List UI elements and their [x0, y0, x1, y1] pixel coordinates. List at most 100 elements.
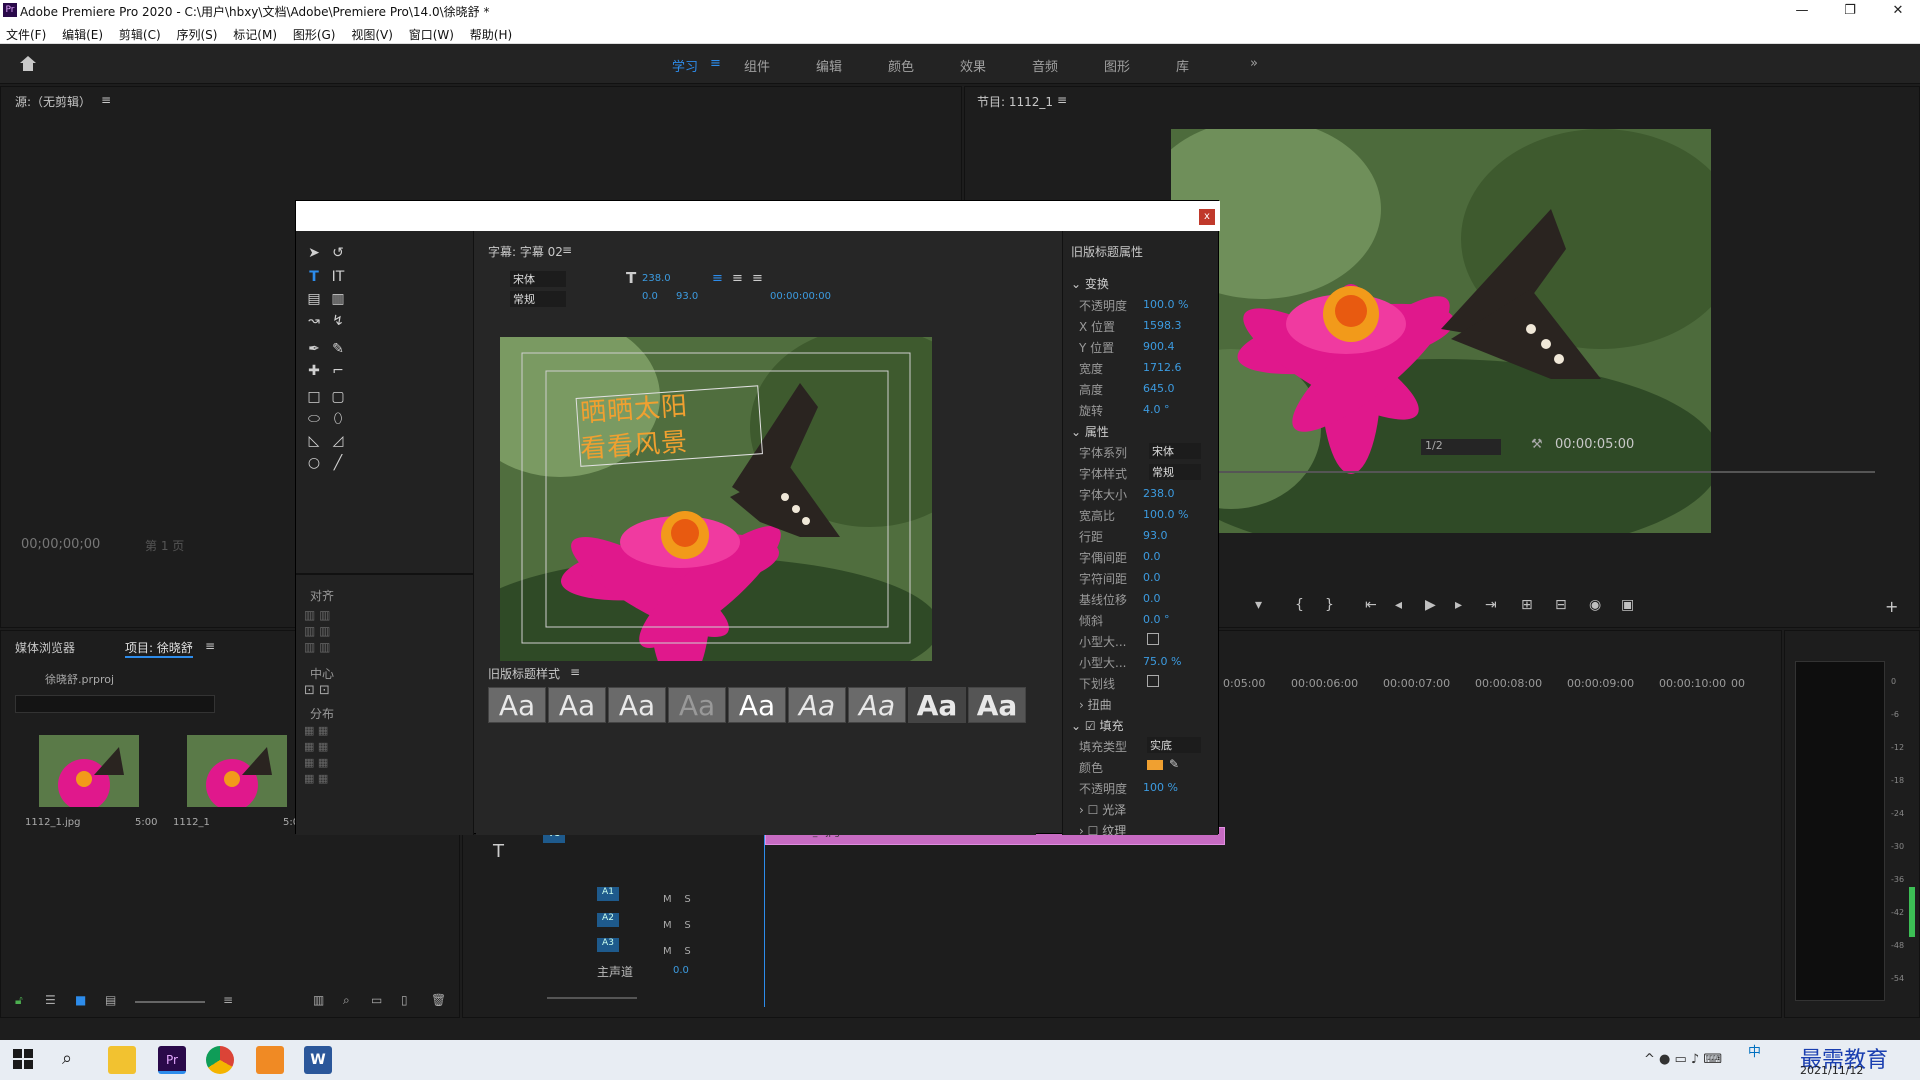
align-left-icon[interactable]: ≡ [712, 271, 723, 286]
fill-color-swatch[interactable] [1147, 760, 1163, 770]
menu-help[interactable]: 帮助(H) [464, 22, 518, 43]
icon-view-icon[interactable]: ■ [75, 993, 86, 1007]
track-mute-solo[interactable]: M SM SM S [663, 887, 691, 965]
workspace-audio[interactable]: 音频 [1032, 56, 1058, 75]
prop-y[interactable]: 900.4 [1143, 340, 1175, 353]
menu-window[interactable]: 窗口(W) [403, 22, 460, 43]
premiere-taskbar-icon[interactable]: Pr [158, 1046, 186, 1074]
menu-graphics[interactable]: 图形(G) [287, 22, 342, 43]
menu-markers[interactable]: 标记(M) [227, 22, 283, 43]
leading-value[interactable]: 93.0 [676, 291, 698, 302]
center-buttons[interactable]: ⊡ ⊡ [304, 683, 330, 698]
menu-edit[interactable]: 编辑(E) [56, 22, 109, 43]
search-icon[interactable]: ⌕ [62, 1048, 72, 1069]
comparison-view-icon[interactable]: ▣ [1621, 597, 1634, 613]
rotation-tool-icon[interactable]: ↺ [328, 245, 348, 263]
home-icon[interactable] [18, 54, 38, 72]
font-family-select[interactable]: 宋体 [510, 271, 566, 287]
style-swatch[interactable]: Aa [848, 687, 906, 723]
maximize-button[interactable]: ❐ [1828, 0, 1872, 22]
style-swatch[interactable]: Aa [548, 687, 606, 723]
workspace-assembly[interactable]: 组件 [744, 56, 770, 75]
prop-font-family-select[interactable]: 宋体 [1149, 443, 1201, 459]
list-view-icon[interactable]: ☰ [45, 993, 56, 1007]
chrome-icon[interactable] [206, 1046, 234, 1074]
prop-leading[interactable]: 93.0 [1143, 529, 1168, 542]
panel-menu-icon[interactable]: ≡ [101, 93, 111, 107]
more-workspaces-icon[interactable]: » [1250, 56, 1258, 71]
dialog-close-button[interactable]: x [1199, 209, 1215, 225]
close-window-button[interactable]: ✕ [1876, 0, 1920, 22]
word-icon[interactable]: W [304, 1046, 332, 1074]
area-type-tool-icon[interactable]: ▤ [304, 291, 324, 309]
prop-fill-type-select[interactable]: 实底 [1147, 737, 1201, 753]
panel-menu-icon[interactable]: ≡ [205, 639, 215, 653]
prop-font-style-select[interactable]: 常规 [1149, 464, 1201, 480]
vertical-type-tool-icon[interactable]: IT [328, 269, 348, 287]
arc-tool-icon[interactable]: ◿ [328, 433, 348, 451]
step-forward-icon[interactable]: ▸ [1455, 597, 1462, 613]
prop-x[interactable]: 1598.3 [1143, 319, 1182, 332]
new-bin-icon[interactable]: ▭ [371, 993, 382, 1007]
minimize-button[interactable]: — [1780, 0, 1824, 22]
delete-icon[interactable]: 🗑︎ [431, 993, 446, 1007]
workspace-color[interactable]: 颜色 [888, 56, 914, 75]
workspace-libraries[interactable]: 库 [1176, 56, 1189, 75]
style-swatch[interactable]: Aa [788, 687, 846, 723]
export-frame-icon[interactable]: ◉ [1589, 597, 1601, 613]
wedge-tool-icon[interactable]: ◺ [304, 433, 324, 451]
program-scrubber[interactable] [1215, 471, 1875, 473]
ime-indicator[interactable]: 中 [1748, 1041, 1761, 1060]
prop-font-size[interactable]: 238.0 [1143, 487, 1175, 500]
titler-timecode[interactable]: 00:00:00:00 [770, 291, 831, 302]
style-swatch[interactable]: Aa [668, 687, 726, 723]
workspace-effects[interactable]: 效果 [960, 56, 986, 75]
kerning-value[interactable]: 0.0 [642, 291, 658, 302]
style-swatch[interactable]: Aa [488, 687, 546, 723]
project-item[interactable] [39, 735, 139, 807]
rectangle-tool-icon[interactable]: □ [304, 389, 324, 407]
font-size-value[interactable]: 238.0 [642, 273, 671, 284]
source-page-select[interactable]: 第 1 页 [145, 537, 184, 554]
add-marker-icon[interactable]: ▾ [1255, 597, 1262, 613]
attributes-section[interactable]: ⌄ 属性 [1071, 423, 1109, 440]
selection-tool-icon[interactable]: ➤ [304, 245, 324, 263]
go-to-in-icon[interactable]: ⇤ [1365, 597, 1377, 613]
new-item-icon[interactable]: ▯ [401, 993, 408, 1007]
automate-icon[interactable]: ▥ [313, 993, 324, 1007]
find-icon[interactable]: ⌕ [343, 993, 350, 1008]
project-search-input[interactable] [15, 695, 215, 713]
lift-icon[interactable]: ⊞ [1521, 597, 1533, 613]
panel-menu-icon[interactable]: ≡ [570, 665, 580, 679]
type-tool-icon[interactable]: T [304, 269, 324, 287]
type-tool-icon[interactable]: T [493, 841, 504, 862]
prop-aspect[interactable]: 100.0 % [1143, 508, 1188, 521]
track-header-a1[interactable]: A1 [597, 887, 619, 901]
go-to-out-icon[interactable]: ⇥ [1485, 597, 1497, 613]
tab-media-browser[interactable]: 媒体浏览器 [15, 639, 75, 656]
workspace-editing[interactable]: 编辑 [816, 56, 842, 75]
titler-canvas[interactable]: 晒晒太阳 看看风景 [500, 337, 932, 661]
play-icon[interactable]: ▶ [1425, 597, 1436, 613]
start-button[interactable] [12, 1048, 34, 1070]
program-zoom-select[interactable]: 1/2 [1421, 439, 1501, 455]
align-center-icon[interactable]: ≡ [732, 271, 743, 286]
lock-icon[interactable]: 🔓︎ [15, 993, 23, 1008]
file-explorer-icon[interactable] [108, 1046, 136, 1074]
distribute-buttons[interactable]: ▦ ▦ ▦ ▦ ▦ ▦ ▦ ▦ [304, 723, 328, 787]
style-swatch[interactable]: Aa [968, 687, 1026, 723]
workspace-learn[interactable]: 学习 [672, 56, 698, 75]
prop-opacity[interactable]: 100.0 % [1143, 298, 1188, 311]
mark-in-icon[interactable]: { [1295, 597, 1304, 613]
distort-section[interactable]: › 扭曲 [1079, 696, 1112, 713]
track-header-a3[interactable]: A3 [597, 938, 619, 952]
transform-section[interactable]: ⌄ 变换 [1071, 275, 1109, 292]
add-button-icon[interactable]: + [1885, 597, 1898, 616]
app-icon[interactable] [256, 1046, 284, 1074]
sort-icon[interactable]: ≡ [223, 993, 233, 1007]
vertical-area-type-icon[interactable]: ▥ [328, 291, 348, 309]
zoom-slider[interactable] [135, 1001, 205, 1003]
align-buttons[interactable]: ▥ ▥ ▥ ▥ ▥ ▥ [304, 607, 331, 655]
smallcaps-checkbox[interactable] [1147, 633, 1159, 645]
extract-icon[interactable]: ⊟ [1555, 597, 1567, 613]
